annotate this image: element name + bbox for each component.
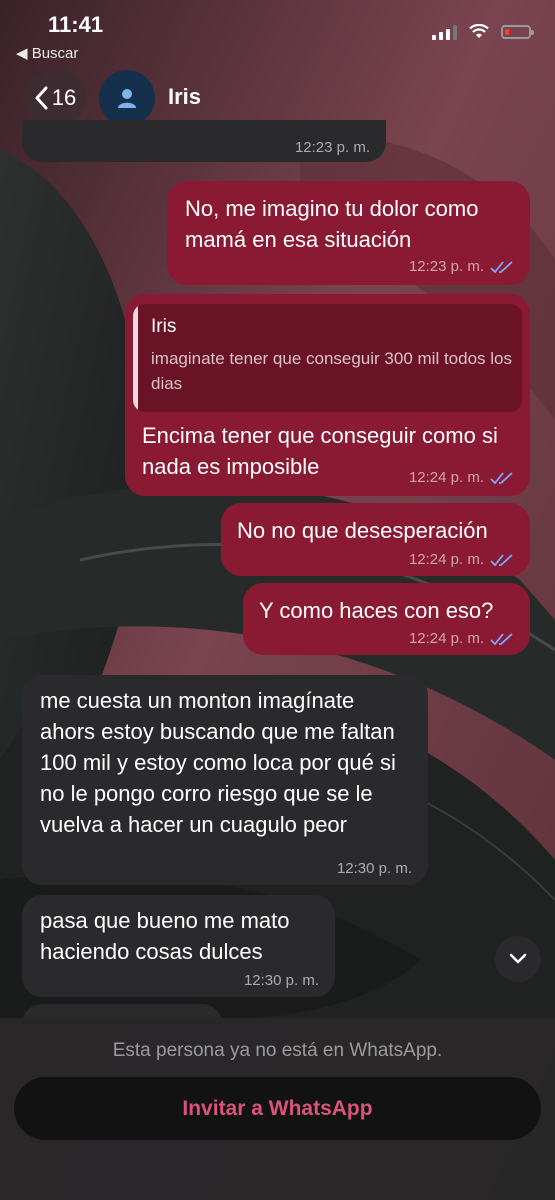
status-icons xyxy=(432,24,534,40)
message-time: 12:30 p. m. xyxy=(243,972,319,989)
message-meta: 12:24 p. m. xyxy=(409,551,514,568)
chevron-down-icon xyxy=(509,953,527,964)
double-check-icon xyxy=(490,632,513,645)
back-to-app-link[interactable]: ◀ Buscar xyxy=(16,44,78,62)
double-check-icon xyxy=(490,260,513,273)
message-meta: 12:24 p. m. xyxy=(409,469,514,486)
quote-bar xyxy=(133,304,138,412)
message-incoming[interactable]: pasa que bueno me mato haciendo cosas du… xyxy=(22,895,335,997)
message-time: 12:30 p. m. xyxy=(336,860,412,877)
status-bar: 11:41 ◀ Buscar xyxy=(0,0,555,70)
status-time: 11:41 xyxy=(48,12,104,37)
quote-text: imaginate tener que conseguir 300 mil to… xyxy=(151,349,512,393)
not-on-whatsapp-notice: Esta persona ya no está en WhatsApp. xyxy=(112,1040,443,1061)
message-time: 12:23 p. m. xyxy=(294,139,370,156)
message-meta: 12:24 p. m. xyxy=(409,630,514,647)
unread-count: 16 xyxy=(51,85,77,110)
message-time: 12:23 p. m. xyxy=(408,258,484,275)
signal-icon xyxy=(432,24,457,40)
double-check-icon xyxy=(490,553,513,566)
message-incoming[interactable]: 12:23 p. m. xyxy=(22,120,386,162)
message-meta: 12:30 p. m. xyxy=(244,972,319,989)
message-time: 12:24 p. m. xyxy=(408,630,484,647)
double-check-icon xyxy=(490,471,513,484)
battery-icon xyxy=(501,25,534,39)
message-outgoing-reply[interactable]: Iris imaginate tener que conseguir 300 m… xyxy=(125,294,530,496)
contact-avatar-icon xyxy=(118,89,136,108)
message-time: 12:24 p. m. xyxy=(408,469,484,486)
quoted-message[interactable]: Iris imaginate tener que conseguir 300 m… xyxy=(133,304,522,412)
message-text: No no que desesperación xyxy=(237,518,488,543)
message-outgoing[interactable]: Y como haces con eso? 12:24 p. m. xyxy=(243,583,530,655)
message-text: pasa que bueno me mato haciendo cosas du… xyxy=(40,908,290,964)
message-meta: 12:30 p. m. xyxy=(337,860,412,877)
scroll-to-bottom-button[interactable] xyxy=(495,936,541,982)
contact-name[interactable]: Iris xyxy=(168,84,201,110)
message-outgoing[interactable]: No, me imagino tu dolor como mamá en esa… xyxy=(167,181,530,285)
message-text: No, me imagino tu dolor como mamá en esa… xyxy=(185,196,479,252)
contact-avatar[interactable] xyxy=(99,70,155,126)
message-time: 12:24 p. m. xyxy=(408,551,484,568)
back-chevron-icon xyxy=(35,86,48,110)
back-button[interactable]: 16 xyxy=(24,70,86,126)
message-meta: 12:23 p. m. xyxy=(295,139,370,156)
message-text: Y como haces con eso? xyxy=(259,598,494,623)
message-outgoing[interactable]: No no que desesperación 12:24 p. m. xyxy=(221,503,530,576)
wifi-icon xyxy=(469,24,489,38)
invite-button[interactable]: Invitar a WhatsApp xyxy=(14,1077,541,1140)
quote-author: Iris xyxy=(151,316,177,337)
message-text: me cuesta un monton imagínate ahors esto… xyxy=(40,688,396,837)
message-incoming[interactable]: me cuesta un monton imagínate ahors esto… xyxy=(22,675,428,885)
message-meta: 12:23 p. m. xyxy=(409,258,514,275)
